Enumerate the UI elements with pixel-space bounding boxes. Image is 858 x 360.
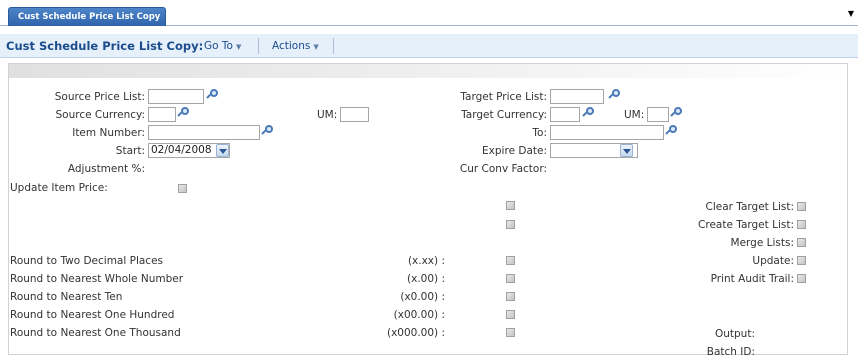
create-target-list-checkbox[interactable] <box>506 220 515 229</box>
print-audit-trail-checkbox[interactable] <box>797 274 806 283</box>
start-label: Start: <box>115 145 145 157</box>
tab-menu-icon[interactable]: ▼ <box>848 9 854 18</box>
rounding-label: Round to Nearest One Thousand <box>10 327 181 339</box>
magnifier-icon[interactable] <box>206 89 219 102</box>
magnifier-icon[interactable] <box>665 125 678 138</box>
target-um-label: UM: <box>624 109 645 121</box>
print-audit-trail-label: Print Audit Trail: <box>710 273 794 285</box>
target-currency-label: Target Currency: <box>461 109 547 121</box>
merge-lists-checkbox[interactable] <box>797 238 806 247</box>
magnifier-icon[interactable] <box>670 107 683 120</box>
expire-date-label: Expire Date: <box>482 145 547 157</box>
um-field[interactable] <box>340 107 369 122</box>
rounding-checkbox[interactable] <box>506 328 515 337</box>
source-currency-label: Source Currency: <box>55 109 145 121</box>
update-item-price-label: Update Item Price: <box>10 182 108 194</box>
update-label: Update: <box>752 255 794 267</box>
rounding-format: (x0.00) : <box>400 291 445 303</box>
magnifier-icon[interactable] <box>582 107 595 120</box>
item-number-label: Item Number: <box>72 127 145 139</box>
rounding-label: Round to Two Decimal Places <box>10 255 164 267</box>
adjustment-label: Adjustment %: <box>67 163 145 175</box>
rounding-label: Round to Nearest Ten <box>10 291 123 303</box>
actions-menu-label: Actions <box>272 40 311 52</box>
toolbar-divider <box>258 38 259 54</box>
source-price-list-label: Source Price List: <box>54 91 145 103</box>
create-target-list-label: Create Target List: <box>698 219 794 231</box>
source-price-list-field[interactable] <box>148 89 204 104</box>
rounding-checkbox[interactable] <box>506 310 515 319</box>
rounding-label: Round to Nearest One Hundred <box>10 309 175 321</box>
tab-bar: Cust Schedule Price List Copy ▼ <box>0 0 858 26</box>
toolbar-divider <box>333 38 334 54</box>
to-field[interactable] <box>550 125 664 140</box>
page-title: Cust Schedule Price List Copy: <box>6 39 204 53</box>
source-currency-field[interactable] <box>148 107 176 122</box>
rounding-label: Round to Nearest Whole Number <box>10 273 184 285</box>
output-label: Output: <box>714 328 755 340</box>
toolbar: Cust Schedule Price List Copy: Go To ▼ Ac… <box>0 34 858 58</box>
clear-target-list-option-checkbox[interactable] <box>797 202 806 211</box>
target-price-list-field[interactable] <box>550 89 604 104</box>
merge-lists-label: Merge Lists: <box>730 237 794 249</box>
item-number-field[interactable] <box>148 125 260 140</box>
actions-menu[interactable]: Actions ▼ <box>272 40 319 52</box>
batch-id-label: Batch ID: <box>706 346 755 358</box>
cur-conv-factor-label: Cur Conv Factor: <box>459 163 547 175</box>
rounding-checkbox[interactable] <box>506 256 515 265</box>
to-label: To: <box>532 127 547 139</box>
update-checkbox[interactable] <box>797 256 806 265</box>
clear-target-list-checkbox[interactable] <box>506 201 515 210</box>
rounding-format: (x000.00) : <box>386 327 445 339</box>
magnifier-icon[interactable] <box>177 107 190 120</box>
update-item-price-checkbox[interactable] <box>178 184 187 193</box>
goto-menu-label: Go To <box>204 40 233 52</box>
um-label: UM: <box>317 109 338 121</box>
rounding-format: (x.xx) : <box>407 255 445 267</box>
create-target-list-option-checkbox[interactable] <box>797 220 806 229</box>
rounding-checkbox[interactable] <box>506 274 515 283</box>
rounding-checkbox[interactable] <box>506 292 515 301</box>
target-price-list-label: Target Price List: <box>460 91 547 103</box>
magnifier-icon[interactable] <box>261 125 274 138</box>
goto-menu[interactable]: Go To ▼ <box>204 40 241 52</box>
target-currency-field[interactable] <box>550 107 580 122</box>
rounding-format: (x00.00) : <box>393 309 445 321</box>
clear-target-list-label: Clear Target List: <box>705 201 794 213</box>
form-panel: Source Price List: Source Currency: UM: … <box>8 63 848 358</box>
panel-header <box>9 64 847 78</box>
tab-cust-schedule-price-list-copy[interactable]: Cust Schedule Price List Copy <box>8 7 166 26</box>
chevron-down-icon[interactable] <box>620 144 633 157</box>
magnifier-icon[interactable] <box>608 89 621 102</box>
target-um-field[interactable] <box>647 107 669 122</box>
chevron-down-icon: ▼ <box>313 43 319 51</box>
chevron-down-icon[interactable] <box>216 144 229 157</box>
rounding-format: (x.00) : <box>407 273 445 285</box>
chevron-down-icon: ▼ <box>235 43 242 51</box>
